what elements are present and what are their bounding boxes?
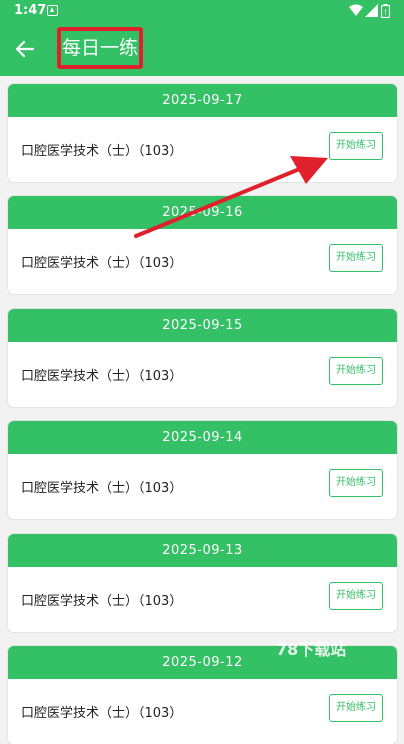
card-date: 2025-09-14 [8, 421, 397, 454]
course-name: 口腔医学技术（士）（103） [21, 706, 183, 721]
card-date: 2025-09-12 [8, 646, 397, 679]
start-practice-button[interactable]: 开始练习 [329, 469, 383, 497]
notification-icon [47, 5, 58, 16]
card-date: 2025-09-15 [8, 309, 397, 342]
course-name: 口腔医学技术（士）（103） [21, 369, 183, 384]
start-practice-button[interactable]: 开始练习 [329, 694, 383, 722]
svg-text:!: ! [384, 8, 387, 17]
practice-card: 2025-09-15 口腔医学技术（士）（103） 开始练习 [8, 309, 397, 407]
course-name: 口腔医学技术（士）（103） [21, 144, 183, 159]
practice-card: 2025-09-16 口腔医学技术（士）（103） 开始练习 [8, 196, 397, 294]
card-date: 2025-09-13 [8, 534, 397, 567]
practice-card: 2025-09-14 口腔医学技术（士）（103） 开始练习 [8, 421, 397, 519]
status-bar: 1:47 ! [0, 0, 404, 24]
practice-card: 2025-09-12 口腔医学技术（士）（103） 开始练习 [8, 646, 397, 744]
card-date: 2025-09-16 [8, 196, 397, 229]
start-practice-button[interactable]: 开始练习 [329, 357, 383, 385]
page-title: 每日一练 [57, 27, 143, 69]
signal-icon [365, 4, 378, 17]
start-practice-button[interactable]: 开始练习 [329, 132, 383, 160]
course-name: 口腔医学技术（士）（103） [21, 481, 183, 496]
course-name: 口腔医学技术（士）（103） [21, 256, 183, 271]
battery-icon: ! [381, 4, 390, 18]
course-name: 口腔医学技术（士）（103） [21, 594, 183, 609]
start-practice-button[interactable]: 开始练习 [329, 582, 383, 610]
wifi-icon [349, 4, 363, 16]
app-bar: 每日一练 [0, 24, 404, 76]
practice-card: 2025-09-17 口腔医学技术（士）（103） 开始练习 [8, 84, 397, 182]
start-practice-button[interactable]: 开始练习 [329, 244, 383, 272]
arrow-left-icon[interactable] [14, 38, 36, 60]
card-date: 2025-09-17 [8, 84, 397, 117]
status-time: 1:47 [14, 3, 47, 18]
practice-card: 2025-09-13 口腔医学技术（士）（103） 开始练习 [8, 534, 397, 632]
